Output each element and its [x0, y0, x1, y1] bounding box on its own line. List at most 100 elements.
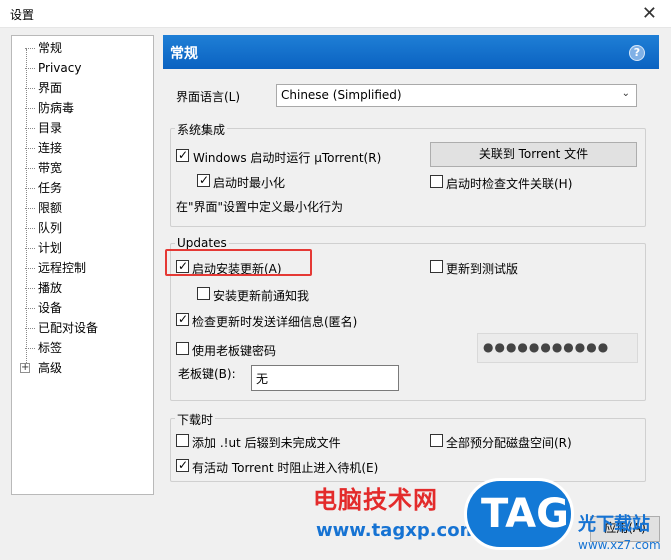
- tree-connector: [25, 348, 35, 349]
- tree-connector: [25, 188, 35, 189]
- password-value: ●●●●●●●●●●●: [483, 340, 610, 354]
- watermark-tag-logo: TAG: [464, 478, 574, 550]
- prealloc-checkbox[interactable]: [430, 434, 443, 447]
- tree-item-label: 常规: [38, 41, 63, 55]
- tree-connector: [25, 208, 35, 209]
- watermark-site-name-2: 光下载站: [578, 514, 650, 535]
- tree-item-label: 标签: [38, 341, 63, 355]
- downloads-title: 下载时: [175, 411, 216, 428]
- tree-item-label: 任务: [38, 181, 63, 195]
- tree-connector: [25, 248, 35, 249]
- tree-item[interactable]: 设备: [11, 299, 154, 317]
- tree-item-label: 已配对设备: [38, 321, 99, 335]
- tree-item[interactable]: 目录: [11, 119, 154, 137]
- checkmark-icon: ✓: [178, 148, 189, 162]
- tree-connector: [25, 288, 35, 289]
- tree-item[interactable]: 连接: [11, 139, 154, 157]
- language-value: Chinese (Simplified): [281, 88, 402, 102]
- tree-item-label: 设备: [38, 301, 63, 315]
- tree-connector: [25, 88, 35, 89]
- run-on-startup-checkbox[interactable]: ✓: [176, 148, 189, 162]
- system-integration-title: 系统集成: [175, 121, 228, 138]
- title-bar: 设置 ✕: [0, 0, 671, 28]
- standby-label: 有活动 Torrent 时阻止进入待机(E): [192, 461, 379, 475]
- tree-item[interactable]: 队列: [11, 219, 154, 237]
- watermark-site-name: 电脑技术网: [313, 486, 438, 514]
- boss-key-label: 老板键(B):: [178, 367, 236, 381]
- tree-item[interactable]: 常规: [11, 39, 154, 57]
- notify-before-checkbox[interactable]: [197, 287, 210, 300]
- boss-password-label: 使用老板键密码: [192, 344, 277, 358]
- tree-connector: [25, 68, 35, 69]
- tree-item-label: 防病毒: [38, 101, 75, 115]
- tree-item[interactable]: 任务: [11, 179, 154, 197]
- watermark-url: www.tagxp.com: [316, 520, 479, 541]
- tree-item[interactable]: + 高级: [11, 359, 154, 377]
- checkmark-icon: ✓: [178, 312, 189, 326]
- beta-update-label: 更新到测试版: [446, 262, 519, 276]
- language-label: 界面语言(L): [176, 90, 241, 104]
- check-association-checkbox[interactable]: [430, 175, 443, 188]
- tree-connector: [25, 268, 35, 269]
- tree-item-label: 带宽: [38, 161, 63, 175]
- start-minimized-checkbox[interactable]: ✓: [197, 173, 210, 187]
- tree-item[interactable]: 界面: [11, 79, 154, 97]
- tree-item-label: 界面: [38, 81, 63, 95]
- boss-password-field[interactable]: ●●●●●●●●●●●: [477, 333, 638, 363]
- boss-password-checkbox[interactable]: [176, 342, 189, 355]
- checkmark-icon: ✓: [178, 458, 189, 472]
- notify-before-label: 安装更新前通知我: [213, 289, 310, 303]
- append-ut-label: 添加 .!ut 后辍到未完成文件: [192, 436, 341, 450]
- help-icon[interactable]: ?: [629, 45, 645, 61]
- tree-item[interactable]: 播放: [11, 279, 154, 297]
- tree-item-label: 限额: [38, 201, 63, 215]
- append-ut-checkbox[interactable]: [176, 434, 189, 447]
- tree-connector: [25, 228, 35, 229]
- tree-item-label: 队列: [38, 221, 63, 235]
- window-title: 设置: [10, 8, 35, 22]
- tree-connector: [25, 48, 35, 49]
- tree-item-label: Privacy: [38, 61, 82, 75]
- boss-key-field[interactable]: 无: [251, 365, 399, 391]
- check-association-label: 启动时检查文件关联(H): [446, 177, 573, 191]
- tree-item-label: 计划: [38, 241, 63, 255]
- run-on-startup-label: Windows 启动时运行 µTorrent(R): [193, 151, 382, 165]
- tree-item-label: 连接: [38, 141, 63, 155]
- tree-item[interactable]: 标签: [11, 339, 154, 357]
- expand-icon[interactable]: +: [20, 363, 30, 373]
- tree-item[interactable]: 带宽: [11, 159, 154, 177]
- close-icon[interactable]: ✕: [642, 3, 657, 24]
- tree-item-label: 远程控制: [38, 261, 87, 275]
- start-minimized-label: 启动时最小化: [213, 176, 286, 190]
- watermark-url-2: www.xz7.com: [578, 538, 661, 552]
- red-highlight-box: [165, 249, 312, 276]
- panel-title: 常规: [170, 46, 198, 62]
- tree-item-label: 目录: [38, 121, 63, 135]
- tree-item[interactable]: 已配对设备: [11, 319, 154, 337]
- tree-connector: [25, 328, 35, 329]
- watermark-tag-text: TAG: [481, 491, 569, 537]
- boss-key-value: 无: [256, 372, 269, 386]
- panel-header: 常规 ?: [163, 35, 659, 69]
- tree-item-label: 高级: [38, 361, 63, 375]
- tree-item[interactable]: 远程控制: [11, 259, 154, 277]
- language-select[interactable]: Chinese (Simplified) ⌄: [276, 84, 637, 107]
- tree-item[interactable]: 防病毒: [11, 99, 154, 117]
- tree-item[interactable]: 限额: [11, 199, 154, 217]
- tree-connector: [25, 308, 35, 309]
- minimize-note: 在"界面"设置中定义最小化行为: [176, 200, 344, 214]
- beta-update-checkbox[interactable]: [430, 260, 443, 273]
- tree-connector: [25, 148, 35, 149]
- updates-title: Updates: [175, 236, 229, 250]
- standby-checkbox[interactable]: ✓: [176, 458, 189, 472]
- tree-connector: [25, 128, 35, 129]
- tree-connector: [25, 168, 35, 169]
- send-info-checkbox[interactable]: ✓: [176, 312, 189, 326]
- tree-item[interactable]: Privacy: [11, 59, 154, 77]
- send-info-label: 检查更新时发送详细信息(匿名): [192, 315, 358, 329]
- tree-item[interactable]: 计划: [11, 239, 154, 257]
- tree-item-label: 播放: [38, 281, 63, 295]
- tree-connector: [25, 108, 35, 109]
- associate-torrent-button[interactable]: 关联到 Torrent 文件: [430, 142, 637, 167]
- prealloc-label: 全部预分配磁盘空间(R): [446, 436, 572, 450]
